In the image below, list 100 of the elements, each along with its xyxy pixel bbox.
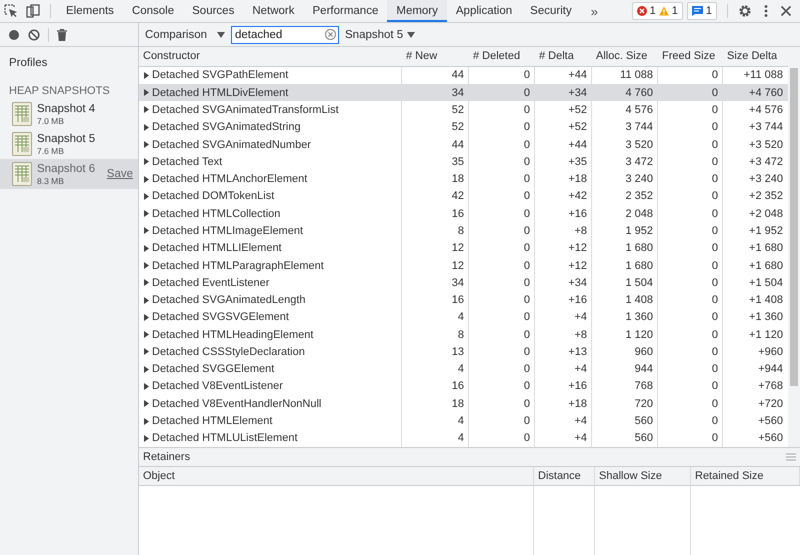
expand-arrow-icon[interactable] <box>144 434 149 442</box>
snapshot-item[interactable]: Snapshot 4 7.0 MB <box>0 99 138 129</box>
table-cell-text: +2 352 <box>748 190 784 202</box>
table-row[interactable]: Detached SVGAnimatedString 52 0 +52 3 744 0 +3 744 <box>139 118 788 136</box>
filter-field[interactable]: detached <box>231 26 339 44</box>
column-header[interactable]: Distance <box>534 467 595 485</box>
constructor-name: Detached HTMLParagraphElement <box>152 260 324 272</box>
table-cell-text: +1 120 <box>748 328 784 341</box>
snapshot-item[interactable]: Snapshot 6 8.3 MB Save <box>0 159 138 189</box>
close-icon[interactable] <box>780 5 792 17</box>
table-row[interactable]: Detached HTMLImageElement 8 0 +8 1 952 0 +1 952 <box>139 222 788 240</box>
constructor-name: Detached SVGGElement <box>152 363 274 376</box>
table-row[interactable]: Detached HTMLDivElement 34 0 +34 4 760 0 +4 760 <box>139 84 788 102</box>
column-header[interactable]: Freed Size <box>658 50 723 62</box>
clear-icon[interactable] <box>28 28 40 40</box>
drag-handle-icon[interactable] <box>786 453 796 461</box>
table-row[interactable]: Detached SVGGElement 4 0 +4 944 0 +944 <box>139 360 788 378</box>
expand-arrow-icon[interactable] <box>144 382 149 390</box>
save-link[interactable]: Save <box>106 168 133 180</box>
expand-arrow-icon[interactable] <box>144 262 149 269</box>
inspect-icon[interactable] <box>4 4 18 18</box>
table-row[interactable]: Detached DOMTokenList 42 0 +42 2 352 0 +2 352 <box>139 188 788 206</box>
expand-arrow-icon[interactable] <box>144 106 149 114</box>
table-row[interactable]: Detached V8EventHandlerNonNull 18 0 +18 720 0 +720 <box>139 395 788 412</box>
expand-arrow-icon[interactable] <box>144 89 149 96</box>
constructor-name: Detached CSSStyleDeclaration <box>152 346 305 358</box>
table-cell-text: 16 <box>450 380 465 392</box>
more-tabs-button[interactable]: » <box>590 4 598 18</box>
table-cell-text: 0 <box>710 432 719 444</box>
table-cell-text: 35 <box>450 156 465 168</box>
column-header[interactable]: # Deleted <box>469 50 535 62</box>
expand-arrow-icon[interactable] <box>144 244 149 252</box>
column-header[interactable]: # Delta <box>535 50 592 62</box>
issues-counter[interactable]: 1 1 <box>632 2 683 20</box>
panel-tab[interactable]: Security <box>521 0 581 22</box>
table-cell-text: +52 <box>567 121 588 134</box>
column-header[interactable]: Object <box>139 467 534 485</box>
snapshot-item[interactable]: Snapshot 5 7.6 MB <box>0 129 138 159</box>
table-cell-text: +34 <box>567 86 588 99</box>
table-cell-text: 768 <box>634 380 654 392</box>
expand-arrow-icon[interactable] <box>144 331 149 338</box>
expand-arrow-icon[interactable] <box>144 366 149 373</box>
panel-tab[interactable]: Console <box>122 0 184 22</box>
scrollbar[interactable] <box>788 47 800 447</box>
column-header[interactable]: Alloc. Size <box>592 50 658 62</box>
panel-tab[interactable]: Performance <box>304 0 388 22</box>
table-cell-text: 44 <box>450 69 465 82</box>
table-row[interactable]: Detached HTMLElement 4 0 +4 560 0 +560 <box>139 412 788 430</box>
expand-arrow-icon[interactable] <box>144 72 149 79</box>
panel-tab[interactable]: Network <box>243 0 304 22</box>
expand-arrow-icon[interactable] <box>144 158 149 166</box>
table-row[interactable]: Detached HTMLUListElement 4 0 +4 560 0 +560 <box>139 430 788 447</box>
view-dropdown[interactable]: Comparison <box>145 28 225 40</box>
table-cell-text: 1 680 <box>624 242 654 254</box>
trash-icon[interactable] <box>57 28 67 40</box>
column-header[interactable]: # New <box>402 50 469 62</box>
expand-arrow-icon[interactable] <box>144 314 149 321</box>
column-header[interactable]: Retained Size <box>691 467 800 485</box>
table-row[interactable]: Detached HTMLParagraphElement 12 0 +12 1 680 0 +1 680 <box>139 256 788 274</box>
table-row[interactable]: Detached V8EventListener 16 0 +16 768 0 +768 <box>139 378 788 396</box>
messages-counter[interactable]: 1 <box>686 2 717 20</box>
expand-arrow-icon[interactable] <box>144 124 149 131</box>
baseline-dropdown[interactable]: Snapshot 5 <box>345 28 416 40</box>
expand-arrow-icon[interactable] <box>144 210 149 218</box>
table-row[interactable]: Detached SVGSVGElement 4 0 +4 1 360 0 +1 360 <box>139 308 788 326</box>
table-row[interactable]: Detached SVGAnimatedNumber 44 0 +44 3 520 0 +3 520 <box>139 136 788 154</box>
column-header[interactable]: Shallow Size <box>595 467 691 485</box>
expand-arrow-icon[interactable] <box>144 141 149 148</box>
table-row[interactable]: Detached HTMLLIElement 12 0 +12 1 680 0 +1 680 <box>139 240 788 257</box>
column-header[interactable]: Size Delta <box>723 50 788 62</box>
panel-tab[interactable]: Sources <box>183 0 244 22</box>
record-icon[interactable] <box>8 28 20 40</box>
clear-input-icon[interactable] <box>325 29 336 40</box>
expand-arrow-icon[interactable] <box>144 296 149 304</box>
table-cell-text: 0 <box>710 415 719 428</box>
table-row[interactable]: Detached CSSStyleDeclaration 13 0 +13 960 0 +960 <box>139 343 788 361</box>
table-row[interactable]: Detached HTMLHeadingElement 8 0 +8 1 120 0 +1 120 <box>139 326 788 344</box>
panel-tab[interactable]: Memory <box>387 0 447 22</box>
expand-arrow-icon[interactable] <box>144 348 149 356</box>
expand-arrow-icon[interactable] <box>144 279 149 286</box>
expand-arrow-icon[interactable] <box>144 227 149 234</box>
table-row[interactable]: Detached SVGAnimatedLength 16 0 +16 1 408 0 +1 408 <box>139 291 788 309</box>
snapshot-size: 8.3 MB <box>37 176 65 186</box>
table-row[interactable]: Detached HTMLAnchorElement 18 0 +18 3 240 0 +3 240 <box>139 170 788 188</box>
panel-tab[interactable]: Application <box>446 0 522 22</box>
table-row[interactable]: Detached SVGAnimatedTransformList 52 0 +52 4 576 0 +4 576 <box>139 101 788 119</box>
expand-arrow-icon[interactable] <box>144 418 149 425</box>
table-row[interactable]: Detached Text 35 0 +35 3 472 0 +3 472 <box>139 153 788 170</box>
panel-tab[interactable]: Elements <box>57 0 123 22</box>
expand-arrow-icon[interactable] <box>144 192 149 200</box>
table-row[interactable]: Detached HTMLCollection 16 0 +16 2 048 0 +2 048 <box>139 205 788 222</box>
device-toolbar-icon[interactable] <box>26 4 40 18</box>
column-header[interactable]: Constructor <box>139 50 402 62</box>
error-icon <box>636 6 647 16</box>
table-row[interactable]: Detached SVGPathElement 44 0 +44 11 088 0 +11 088 <box>139 66 788 84</box>
snapshot-name: Snapshot 4 <box>37 102 96 116</box>
expand-arrow-icon[interactable] <box>144 400 149 408</box>
expand-arrow-icon[interactable] <box>144 176 149 183</box>
settings-icon[interactable] <box>738 4 752 18</box>
table-row[interactable]: Detached EventListener 34 0 +34 1 504 0 +1 504 <box>139 274 788 292</box>
